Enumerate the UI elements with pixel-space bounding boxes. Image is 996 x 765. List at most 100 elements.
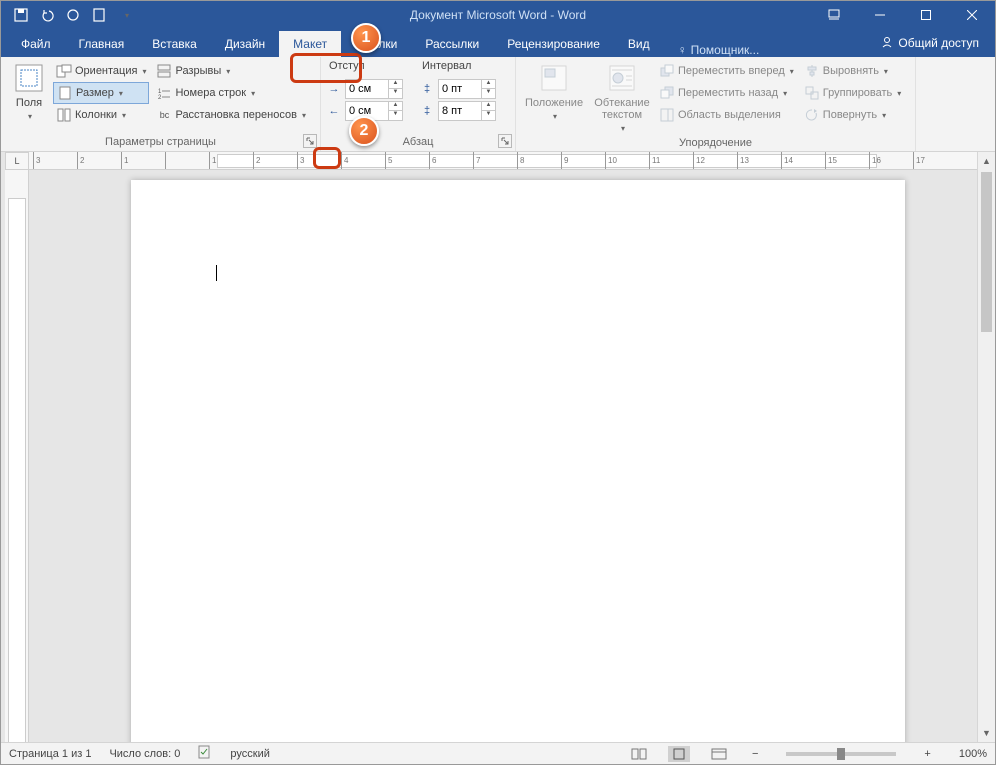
tab-review[interactable]: Рецензирование <box>493 31 614 57</box>
spacing-before-input[interactable]: ▲▼ <box>438 79 496 99</box>
size-icon <box>57 85 73 101</box>
ribbon: Поля ▾ Ориентация▾ Размер▾ Колонки▾ Разр… <box>1 57 995 152</box>
lightbulb-icon: ♀ <box>678 43 687 57</box>
columns-icon <box>56 107 72 123</box>
bring-forward-button: Переместить вперед▾ <box>656 60 797 82</box>
wrap-icon <box>606 62 638 94</box>
breaks-button[interactable]: Разрывы▾ <box>153 60 309 82</box>
status-words[interactable]: Число слов: 0 <box>109 748 180 760</box>
ribbon-options-button[interactable] <box>811 1 857 29</box>
indent-header: Отступ <box>325 60 418 78</box>
spacing-after-icon: ‡ <box>418 105 436 117</box>
tab-file[interactable]: Файл <box>7 31 65 57</box>
minimize-button[interactable] <box>857 1 903 29</box>
scroll-down-button[interactable]: ▼ <box>978 724 995 742</box>
indent-left-icon: → <box>325 83 343 95</box>
spacing-before-icon: ‡ <box>418 83 436 95</box>
maximize-button[interactable] <box>903 1 949 29</box>
document-page[interactable] <box>131 180 905 742</box>
spacing-header: Интервал <box>418 60 511 78</box>
send-backward-button: Переместить назад▾ <box>656 82 797 104</box>
columns-button[interactable]: Колонки▾ <box>53 104 149 126</box>
selection-pane-button: Область выделения <box>656 104 797 126</box>
hyphenation-icon: bc <box>156 107 172 123</box>
tab-insert[interactable]: Вставка <box>138 31 211 57</box>
tab-layout[interactable]: Макет <box>279 31 341 57</box>
orientation-icon <box>56 63 72 79</box>
position-icon <box>538 62 570 94</box>
arrange-label: Упорядочение <box>520 135 911 152</box>
horizontal-ruler[interactable]: 3211234567891011121314151617 <box>29 152 977 170</box>
save-icon[interactable] <box>13 7 29 23</box>
title-bar: ▾ Документ Microsoft Word - Word <box>1 1 995 29</box>
group-icon <box>804 85 820 101</box>
page-setup-launcher[interactable] <box>303 134 317 148</box>
scroll-up-button[interactable]: ▲ <box>978 152 995 170</box>
zoom-slider[interactable] <box>786 752 896 756</box>
zoom-slider-thumb[interactable] <box>837 748 845 760</box>
group-page-setup: Поля ▾ Ориентация▾ Размер▾ Колонки▾ Разр… <box>1 57 321 151</box>
window-controls <box>811 1 995 29</box>
align-button: Выровнять▾ <box>801 60 905 82</box>
ribbon-tab-strip: Файл Главная Вставка Дизайн Макет Ссылки… <box>1 29 995 57</box>
scroll-thumb[interactable] <box>981 172 992 332</box>
status-proofing-icon[interactable] <box>198 745 212 762</box>
align-icon <box>804 63 820 79</box>
margins-icon <box>13 62 45 94</box>
spacing-after-input[interactable]: ▲▼ <box>438 101 496 121</box>
ruler-v-active <box>8 198 26 742</box>
status-page[interactable]: Страница 1 из 1 <box>9 748 91 760</box>
indent-right-icon: ← <box>325 105 343 117</box>
close-button[interactable] <box>949 1 995 29</box>
wrap-text-button: Обтекание текстом▾ <box>588 60 656 135</box>
paragraph-launcher[interactable] <box>498 134 512 148</box>
position-button: Положение▾ <box>520 60 588 135</box>
web-layout-button[interactable] <box>708 746 730 762</box>
qat-customize-icon[interactable]: ▾ <box>119 7 135 23</box>
new-doc-icon[interactable] <box>91 7 107 23</box>
bring-forward-icon <box>659 63 675 79</box>
line-numbers-icon: 12 <box>156 85 172 101</box>
rotate-button: Повернуть▾ <box>801 104 905 126</box>
zoom-level[interactable]: 100% <box>959 748 987 760</box>
share-icon <box>880 35 894 52</box>
group-objects-button: Группировать▾ <box>801 82 905 104</box>
undo-icon[interactable] <box>39 7 55 23</box>
zoom-in-button[interactable]: + <box>920 748 934 760</box>
tell-me-search[interactable]: ♀ Помощник... <box>670 43 768 57</box>
send-backward-icon <box>659 85 675 101</box>
zoom-out-button[interactable]: − <box>748 748 762 760</box>
callout-2: 2 <box>349 116 379 146</box>
size-button[interactable]: Размер▾ <box>53 82 149 104</box>
quick-access-toolbar: ▾ <box>1 7 135 23</box>
tab-design[interactable]: Дизайн <box>211 31 279 57</box>
share-button[interactable]: Общий доступ <box>870 29 989 57</box>
print-layout-button[interactable] <box>668 746 690 762</box>
callout-1: 1 <box>351 23 381 53</box>
status-language[interactable]: русский <box>230 748 269 760</box>
text-cursor <box>216 265 217 281</box>
tab-view[interactable]: Вид <box>614 31 664 57</box>
breaks-icon <box>156 63 172 79</box>
indent-right-input[interactable]: ▲▼ <box>345 101 403 121</box>
selection-pane-icon <box>659 107 675 123</box>
indent-left-input[interactable]: ▲▼ <box>345 79 403 99</box>
hyphenation-button[interactable]: bcРасстановка переносов▾ <box>153 104 309 126</box>
vertical-scrollbar[interactable]: ▲ ▼ <box>977 152 995 742</box>
rotate-icon <box>804 107 820 123</box>
line-numbers-button[interactable]: 12Номера строк▾ <box>153 82 309 104</box>
window-title: Документ Microsoft Word - Word <box>410 8 586 22</box>
document-area: L 3211234567891011121314151617 ▲ ▼ <box>1 152 995 742</box>
vertical-ruler[interactable] <box>5 170 29 742</box>
chevron-down-icon: ▾ <box>28 112 32 121</box>
redo-icon[interactable] <box>65 7 81 23</box>
ruler-corner[interactable]: L <box>5 152 29 170</box>
orientation-button[interactable]: Ориентация▾ <box>53 60 149 82</box>
group-arrange: Положение▾ Обтекание текстом▾ Переместит… <box>516 57 916 151</box>
svg-text:2: 2 <box>158 95 162 100</box>
page-setup-label: Параметры страницы <box>5 134 316 151</box>
tab-mailings[interactable]: Рассылки <box>411 31 493 57</box>
read-mode-button[interactable] <box>628 746 650 762</box>
margins-button[interactable]: Поля ▾ <box>5 60 53 134</box>
tab-home[interactable]: Главная <box>65 31 139 57</box>
